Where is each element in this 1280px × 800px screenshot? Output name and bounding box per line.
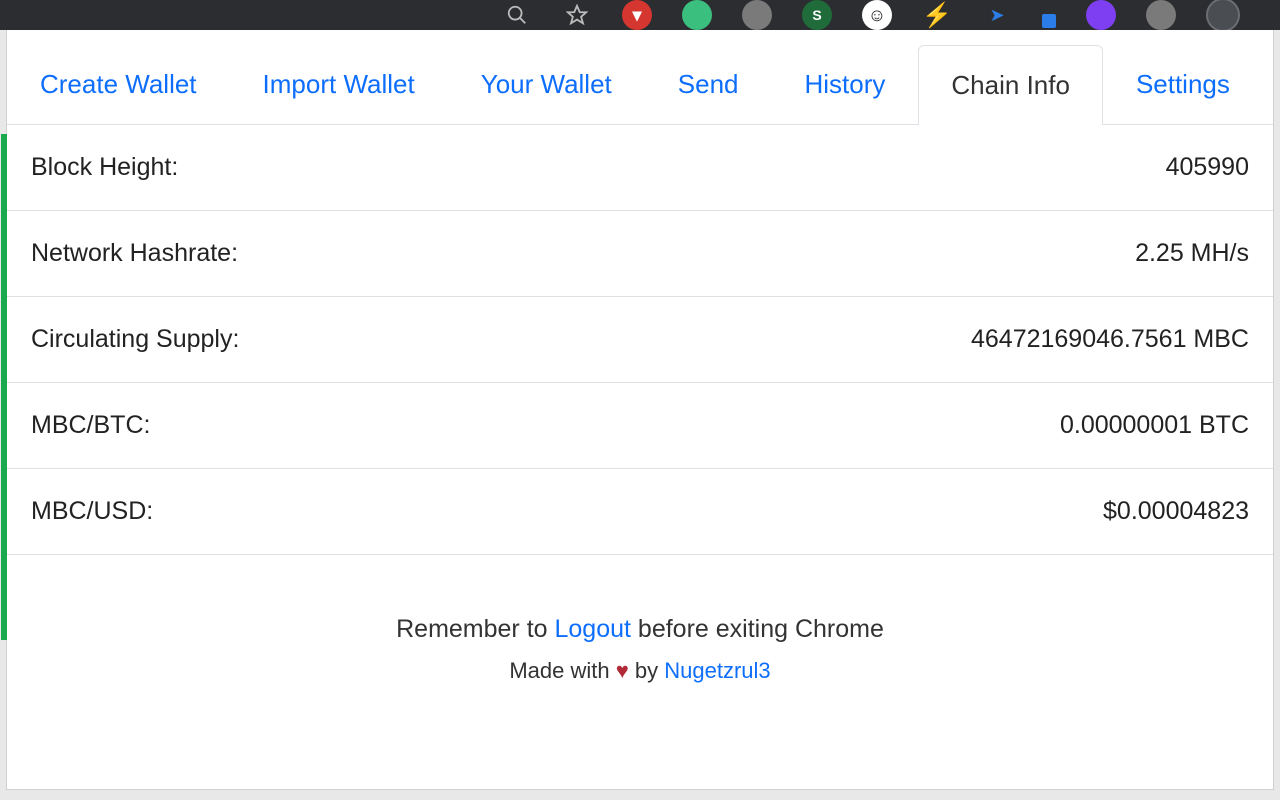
mbc-btc-value: 0.00000001 BTC [1060,411,1249,440]
extension-icon-7[interactable]: ➤ [982,0,1012,30]
tab-send[interactable]: Send [645,44,772,124]
extension-icon-8[interactable] [1042,14,1056,28]
block-height-label: Block Height: [31,153,178,182]
tab-import-wallet[interactable]: Import Wallet [230,44,448,124]
credits: Made with ♥ by Nugetzrul3 [7,658,1273,684]
extension-icon-4[interactable]: S [802,0,832,30]
extension-icon-10[interactable] [1146,0,1176,30]
extension-icon-3[interactable] [742,0,772,30]
extension-icon-2[interactable] [682,0,712,30]
reminder-post: before exiting Chrome [631,615,884,643]
extension-icon-9[interactable] [1086,0,1116,30]
network-hashrate-label: Network Hashrate: [31,239,238,268]
mbc-btc-label: MBC/BTC: [31,411,150,440]
row-mbc-btc: MBC/BTC: 0.00000001 BTC [7,383,1273,469]
extension-icon-1[interactable]: ▾ [622,0,652,30]
reminder-pre: Remember to [396,615,554,643]
search-icon[interactable] [502,0,532,30]
tab-bar: Create Wallet Import Wallet Your Wallet … [7,30,1273,125]
tab-settings[interactable]: Settings [1103,44,1263,124]
heart-icon: ♥ [616,658,629,683]
tab-history[interactable]: History [772,44,919,124]
logout-link[interactable]: Logout [555,615,631,643]
block-height-value: 405990 [1166,153,1249,182]
row-circulating-supply: Circulating Supply: 46472169046.7561 MBC [7,297,1273,383]
made-with-text: Made with [509,658,615,683]
chain-info-list: Block Height: 405990 Network Hashrate: 2… [7,125,1273,555]
author-link[interactable]: Nugetzrul3 [664,658,770,683]
row-mbc-usd: MBC/USD: $0.00004823 [7,469,1273,555]
footer: Remember to Logout before exiting Chrome… [7,615,1273,684]
network-hashrate-value: 2.25 MH/s [1135,239,1249,268]
row-block-height: Block Height: 405990 [7,125,1273,211]
wallet-page: Create Wallet Import Wallet Your Wallet … [6,30,1274,790]
by-text: by [629,658,664,683]
left-accent [1,134,7,640]
mbc-usd-value: $0.00004823 [1103,497,1249,526]
tab-create-wallet[interactable]: Create Wallet [7,44,230,124]
circulating-supply-value: 46472169046.7561 MBC [971,325,1249,354]
circulating-supply-label: Circulating Supply: [31,325,239,354]
star-icon[interactable] [562,0,592,30]
extension-icon-5[interactable]: ☺ [862,0,892,30]
logout-reminder: Remember to Logout before exiting Chrome [7,615,1273,644]
extension-icon-6[interactable]: ⚡ [922,0,952,30]
profile-icon[interactable] [1206,0,1240,32]
browser-toolbar: ▾ S ☺ ⚡ ➤ [0,0,1280,30]
row-network-hashrate: Network Hashrate: 2.25 MH/s [7,211,1273,297]
mbc-usd-label: MBC/USD: [31,497,153,526]
tab-your-wallet[interactable]: Your Wallet [448,44,645,124]
tab-chain-info[interactable]: Chain Info [918,45,1103,125]
